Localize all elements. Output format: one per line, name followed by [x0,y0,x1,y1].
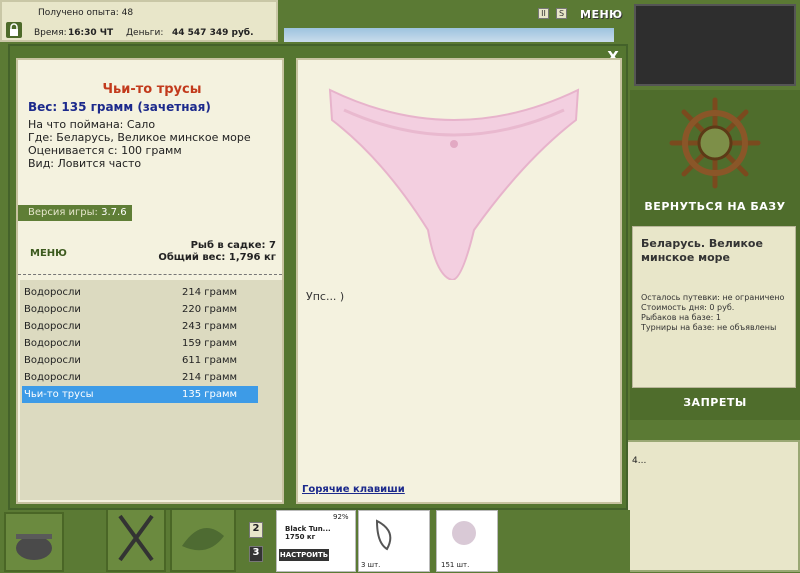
catch-weight: 159 грамм [182,338,238,349]
sound-icon[interactable]: S [556,8,567,19]
catch-weight: 611 грамм [182,355,238,366]
catch-row[interactable]: Водоросли 214 грамм [22,284,258,301]
exp-label: Получено опыта: 48 [38,8,133,18]
bait-count: 151 шт. [441,561,470,569]
map-preview [634,4,796,86]
catch-row[interactable]: Водоросли 611 грамм [22,352,258,369]
fish-weight: Вес: 135 грамм (зачетная) [28,100,211,114]
catch-name: Водоросли [24,338,81,349]
rod-name: Black Tun... [285,525,331,533]
side-text: 4... [632,456,647,466]
catch-weight: 214 грамм [182,287,238,298]
caught-on: На что поймана: Сало [28,118,156,131]
location-card: Беларусь. Великое минское море Осталось … [632,226,796,388]
sky-strip [284,28,614,42]
time-label: Время: [34,28,67,38]
catch-row[interactable]: Водоросли 243 грамм [22,318,258,335]
catch-row[interactable]: Водоросли 220 грамм [22,301,258,318]
catch-name: Чьи-то трусы [24,389,94,400]
catch-row[interactable]: Водоросли 159 грамм [22,335,258,352]
exp-value: 48 [121,8,134,18]
fish-in-net: Рыб в садке: 7 [190,240,276,251]
fish-image [324,80,584,282]
catch-name: Водоросли [24,287,81,298]
pause-icon[interactable]: II [538,8,549,19]
slot-3-button[interactable]: 3 [249,546,263,562]
valued-from: Оценивается с: 100 грамм [28,144,182,157]
day-cost: Стоимость дня: 0 руб. [641,303,735,312]
money-value: 44 547 349 руб. [172,28,254,38]
catch-name: Водоросли [24,355,81,366]
money-label: Деньги: [126,28,164,38]
dialog-menu-button[interactable]: МЕНЮ [30,248,67,259]
catch-row[interactable]: Водоросли 214 грамм [22,369,258,386]
catch-name: Водоросли [24,321,81,332]
lock-icon[interactable] [6,22,22,38]
catch-weight: 243 грамм [182,321,238,332]
oops-text: Упс... ) [306,290,345,303]
divider [18,274,282,275]
game-version: Версия игры: 3.7.6 [18,205,132,221]
setup-button[interactable]: НАСТРОИТЬ [279,549,329,561]
bait-slot[interactable]: 151 шт. [436,510,498,572]
lure-count: 3 шт. [361,561,381,569]
version-value: 3.7.6 [101,207,127,218]
time-value: 16:30 ЧТ [68,28,114,38]
trip-left: Осталось путевки: не ограничено [641,293,785,302]
catch-list: Водоросли 214 грамм Водоросли 220 грамм Водо… [20,280,282,500]
rod-slot[interactable]: Black Tun... 1750 кг 92% НАСТРОИТЬ [276,510,356,572]
catch-weight: 214 грамм [182,372,238,383]
ship-wheel-icon[interactable] [668,96,762,190]
fish-name: Чьи-то трусы [102,82,202,97]
catch-name: Водоросли [24,304,81,315]
status-panel: Получено опыта: 48 Время: 16:30 ЧТ Деньг… [0,0,278,42]
slot-2-button[interactable]: 2 [249,522,263,538]
cauldron-icon[interactable] [4,512,64,572]
bans-button[interactable]: ЗАПРЕТЫ [630,396,800,412]
location-title: Беларусь. Великое минское море [641,237,763,264]
rod-weight: 1750 кг [285,533,316,541]
fish-details-panel: Чьи-то трусы Вес: 135 грамм (зачетная) Н… [16,58,284,504]
fish-image-panel: Упс... ) Горячие клавиши [296,58,622,504]
hotkeys-link[interactable]: Горячие клавиши [302,484,405,495]
catch-row[interactable]: Чьи-то трусы 135 грамм [22,386,258,403]
lure-slot[interactable]: 3 шт. [358,510,430,572]
exp-label-text: Получено опыта: [38,8,119,18]
cutlery-icon[interactable] [106,504,166,572]
where-caught: Где: Беларусь, Великое минское море [28,131,251,144]
side-chat-panel: 4... [626,440,800,572]
tournaments: Турниры на базе: не объявлены [641,323,777,332]
version-label: Версия игры: [28,207,98,218]
catch-weight: 220 грамм [182,304,238,315]
fish-icon[interactable] [170,504,236,572]
rod-percent: 92% [333,513,349,521]
fish-kind: Вид: Ловится часто [28,157,142,170]
total-weight: Общий вес: 1,796 кг [158,252,276,263]
fishermen-count: Рыбаков на базе: 1 [641,313,721,322]
catch-weight: 135 грамм [182,389,238,400]
return-to-base-button[interactable]: ВЕРНУТЬСЯ НА БАЗУ [630,200,800,218]
catch-name: Водоросли [24,372,81,383]
top-menu-button[interactable]: МЕНЮ [580,8,623,21]
